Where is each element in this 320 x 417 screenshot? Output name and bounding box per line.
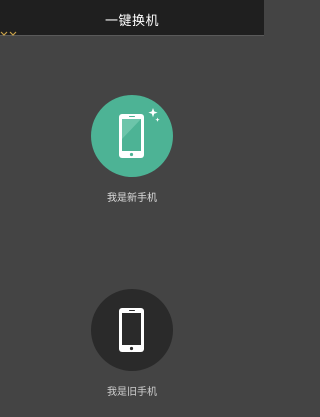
new-phone-label: 我是新手机	[107, 193, 157, 204]
page-title: 一键换机	[104, 14, 159, 29]
title-bar: 一键换机	[0, 0, 264, 36]
smartphone-sparkle-icon	[119, 108, 160, 158]
old-phone-label: 我是旧手机	[107, 387, 157, 398]
old-phone-button[interactable]	[91, 289, 173, 371]
one-key-switch-screen: 一键换机 我是新手机 我是旧手机	[0, 0, 264, 417]
corner-indicator-icon	[0, 31, 17, 36]
new-phone-button[interactable]	[91, 95, 173, 177]
smartphone-icon	[119, 308, 144, 352]
